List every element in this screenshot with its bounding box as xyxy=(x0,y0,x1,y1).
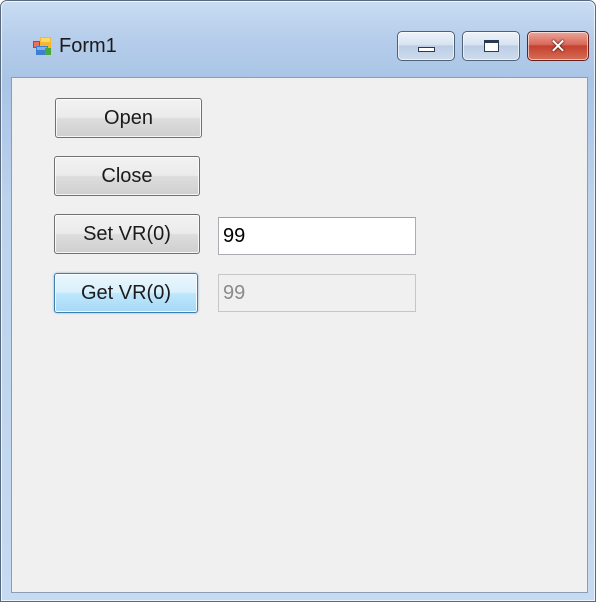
form-window: Form1 ✕ Open Close Set VR(0) Get VR(0) xyxy=(0,0,596,602)
minimize-icon xyxy=(418,47,435,52)
maximize-icon xyxy=(484,40,499,52)
close-window-button[interactable]: ✕ xyxy=(527,31,589,61)
close-icon: ✕ xyxy=(549,34,567,58)
get-vr0-button[interactable]: Get VR(0) xyxy=(54,273,198,313)
get-value-field xyxy=(218,274,416,312)
maximize-button[interactable] xyxy=(462,31,520,61)
form-client-area: Open Close Set VR(0) Get VR(0) xyxy=(11,77,588,593)
open-button[interactable]: Open xyxy=(55,98,202,138)
set-vr0-button[interactable]: Set VR(0) xyxy=(54,214,200,254)
minimize-button[interactable] xyxy=(397,31,455,61)
set-value-input[interactable] xyxy=(218,217,416,255)
winforms-app-icon xyxy=(33,37,51,55)
close-button[interactable]: Close xyxy=(54,156,200,196)
title-bar[interactable]: Form1 ✕ xyxy=(1,1,595,77)
window-title: Form1 xyxy=(59,35,117,57)
